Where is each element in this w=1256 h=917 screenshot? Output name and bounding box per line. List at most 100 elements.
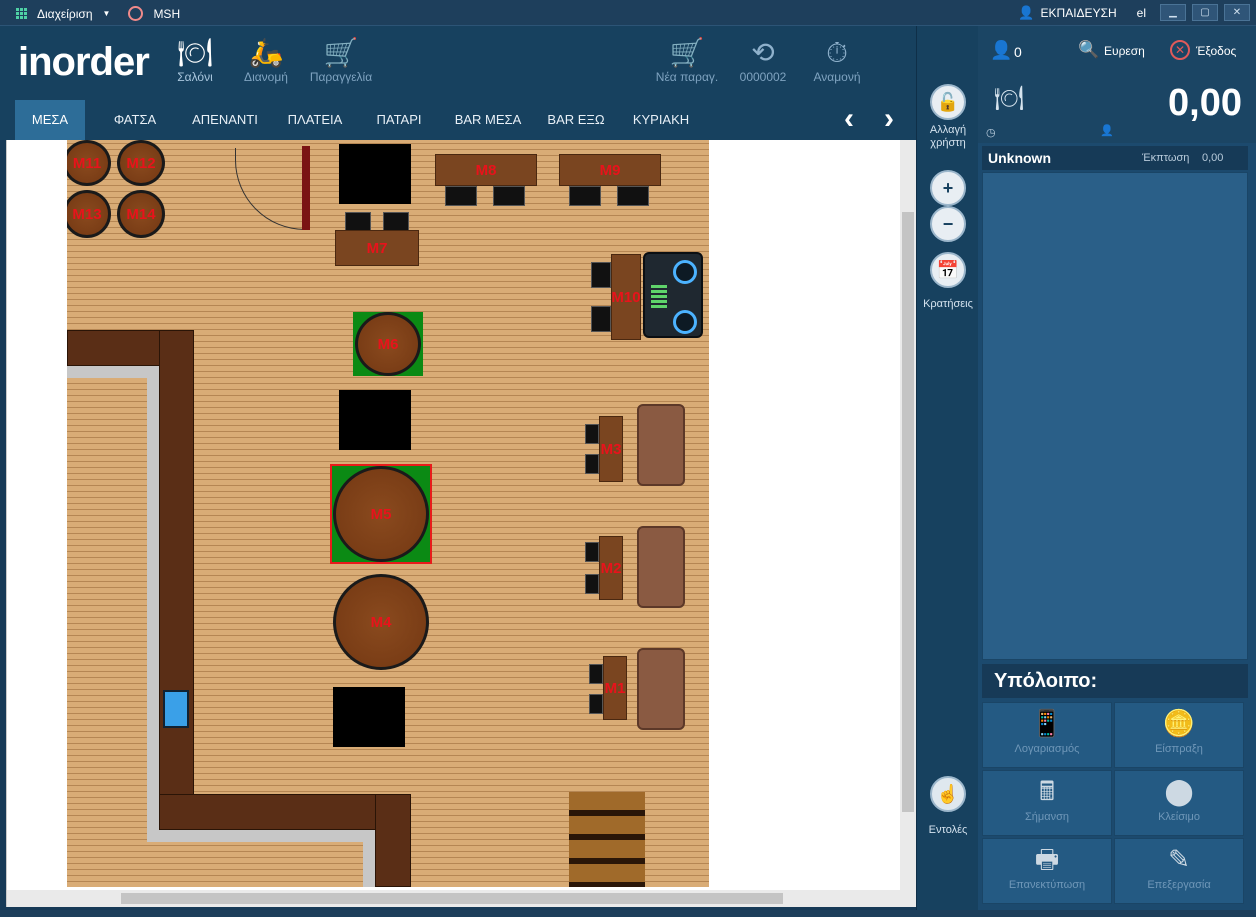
table-m10[interactable]: M10 — [611, 254, 641, 340]
waiter-icon: 👤 — [1100, 125, 1114, 137]
balance-label: Υπόλοιπο: — [982, 664, 1248, 698]
tab-fatsa[interactable]: ΦΑΤΣΑ — [100, 100, 170, 140]
minimize-button[interactable]: ▁ — [1160, 4, 1186, 21]
exit-label[interactable]: Έξοδος — [1196, 44, 1236, 58]
chair — [445, 186, 477, 206]
mark-label: Σήμανση — [1024, 811, 1070, 823]
door — [302, 146, 310, 230]
order-summary: 👤 0 🔍 Ευρεση ✕ Έξοδος 🍽 0,00 ◷ 👤 — [978, 26, 1256, 143]
table-m13[interactable]: M13 — [67, 190, 111, 238]
dining-icon: 🍽 — [177, 37, 213, 68]
table-m11[interactable]: M11 — [67, 140, 111, 186]
nav-delivery-label: Διανομή — [244, 70, 288, 84]
nav-waiting[interactable]: ⏱ Αναμονή — [802, 36, 872, 84]
chair — [585, 454, 599, 474]
horizontal-scrollbar[interactable] — [7, 890, 917, 907]
payment-label: Είσπραξη — [1155, 743, 1203, 755]
language-label[interactable]: el — [1137, 6, 1146, 20]
stopwatch-icon: ⏱ — [826, 37, 848, 68]
door-swing — [235, 148, 305, 230]
tab-bar-mesa[interactable]: BAR ΜΕΣΑ — [446, 100, 530, 140]
table-m7[interactable]: M7 — [335, 230, 419, 266]
bar-rail — [147, 366, 159, 840]
nav-salon[interactable]: 🍽 Σαλόνι — [160, 36, 230, 84]
nav-new-order[interactable]: 🛒 Νέα παραγ. — [652, 36, 722, 84]
nav-order[interactable]: 🛒 Παραγγελία — [306, 36, 376, 84]
edit-label: Επεξεργασία — [1147, 879, 1211, 891]
chair — [591, 262, 611, 288]
grid-menu-icon[interactable] — [16, 8, 27, 19]
account-button[interactable]: 📱 Λογαριασμός — [982, 702, 1112, 768]
table-m2[interactable]: M2 — [599, 536, 623, 600]
cart-icon: 🛒 — [323, 37, 359, 68]
table-m6[interactable]: M6 — [355, 312, 421, 376]
table-m9[interactable]: M9 — [559, 154, 661, 186]
discount-value: 0,00 — [1202, 152, 1224, 164]
search-icon[interactable]: 🔍 — [1078, 40, 1099, 60]
tab-plateia[interactable]: ΠΛΑΤΕΙΑ — [278, 100, 352, 140]
table-m8[interactable]: M8 — [435, 154, 537, 186]
discount-label: Έκπτωση — [1142, 152, 1190, 164]
guests-count[interactable]: 0 — [1014, 44, 1022, 60]
tab-apenanti[interactable]: ΑΠΕΝΑΝΤΙ — [180, 100, 270, 140]
nav-delivery[interactable]: 🛵 Διανομή — [231, 36, 301, 84]
payment-button[interactable]: 🪙 Είσπραξη — [1114, 702, 1244, 768]
chair — [585, 424, 599, 444]
close-window-button[interactable]: ✕ — [1224, 4, 1250, 21]
exit-icon[interactable]: ✕ — [1170, 40, 1190, 60]
black-block — [333, 687, 405, 747]
table-m1[interactable]: M1 — [603, 656, 627, 720]
tabs-prev-arrow-icon[interactable]: ‹ — [844, 102, 854, 136]
zoom-out-icon[interactable]: − — [930, 206, 966, 242]
reservations-icon[interactable]: 📅 — [930, 252, 966, 288]
admin-menu[interactable]: Διαχείριση — [37, 7, 93, 21]
zoom-in-icon[interactable]: + — [930, 170, 966, 206]
tab-bar-exo[interactable]: BAR ΕΞΩ — [540, 100, 612, 140]
table-m5[interactable]: M5 — [333, 466, 429, 562]
dj-console-icon — [643, 252, 703, 338]
reprint-label: Επανεκτύπωση — [1008, 879, 1086, 891]
status-bar — [0, 910, 1256, 917]
chair — [589, 664, 603, 684]
history-icon: ⟲ — [751, 37, 775, 68]
coins-icon: 🪙 — [1162, 708, 1196, 738]
dropdown-caret-icon[interactable]: ▼ — [103, 9, 111, 18]
sofa — [637, 526, 685, 608]
change-user-label: Αλλαγή χρήστη — [929, 124, 967, 149]
table-m4[interactable]: M4 — [333, 574, 429, 670]
table-m12[interactable]: M12 — [117, 140, 165, 186]
floor-plan-viewport: M11 M12 M13 M14 M7 M8 M9 M10 M6 M5 M4 M3… — [6, 140, 917, 907]
profile-ring-icon — [128, 6, 144, 21]
user-icon: 👤 — [1018, 4, 1035, 20]
chair — [493, 186, 525, 206]
delivery-icon: 🛵 — [248, 37, 284, 68]
tabs-next-arrow-icon[interactable]: › — [884, 102, 894, 136]
account-label: Λογαριασμός — [1014, 743, 1080, 755]
reservations-label: Κρατήσεις — [923, 298, 973, 310]
table-m14[interactable]: M14 — [117, 190, 165, 238]
table-icon: ⬤ — [1164, 776, 1194, 806]
order-items-list[interactable] — [982, 172, 1248, 660]
table-m3[interactable]: M3 — [599, 416, 623, 482]
reprint-button[interactable]: 🖶 Επανεκτύπωση — [982, 838, 1112, 904]
mark-button[interactable]: 🖩 Σήμανση — [982, 770, 1112, 836]
guests-icon: 👤 — [990, 40, 1013, 60]
account-icon: 📱 — [1030, 708, 1064, 738]
customer-bar[interactable]: Unknown Έκπτωση 0,00 — [982, 146, 1248, 170]
app-logo: inorder — [18, 40, 150, 84]
area-tabs: ΜΕΣΑ ΦΑΤΣΑ ΑΠΕΝΑΝΤΙ ΠΛΑΤΕΙΑ ΠΑΤΑΡΙ BAR Μ… — [0, 100, 916, 140]
nav-history[interactable]: ⟲ 0000002 — [728, 36, 798, 84]
lock-icon[interactable]: 🔓 — [930, 84, 966, 120]
close-table-button[interactable]: ⬤ Κλείσιμο — [1114, 770, 1244, 836]
search-label[interactable]: Ευρεση — [1104, 44, 1145, 58]
commands-icon[interactable]: ☝ — [930, 776, 966, 812]
tab-kyriaki[interactable]: ΚΥΡΙΑΚΗ — [622, 100, 700, 140]
edit-button[interactable]: ✎ Επεξεργασία — [1114, 838, 1244, 904]
tab-patari[interactable]: ΠΑΤΑΡΙ — [362, 100, 436, 140]
user-label[interactable]: ΕΚΠΑΙΔΕΥΣΗ — [1041, 6, 1117, 20]
tab-mesa[interactable]: ΜΕΣΑ — [15, 100, 85, 140]
sofa — [637, 648, 685, 730]
floor-plan: M11 M12 M13 M14 M7 M8 M9 M10 M6 M5 M4 M3… — [67, 140, 709, 887]
maximize-button[interactable]: ▢ — [1192, 4, 1218, 21]
vertical-scrollbar[interactable] — [900, 140, 916, 890]
